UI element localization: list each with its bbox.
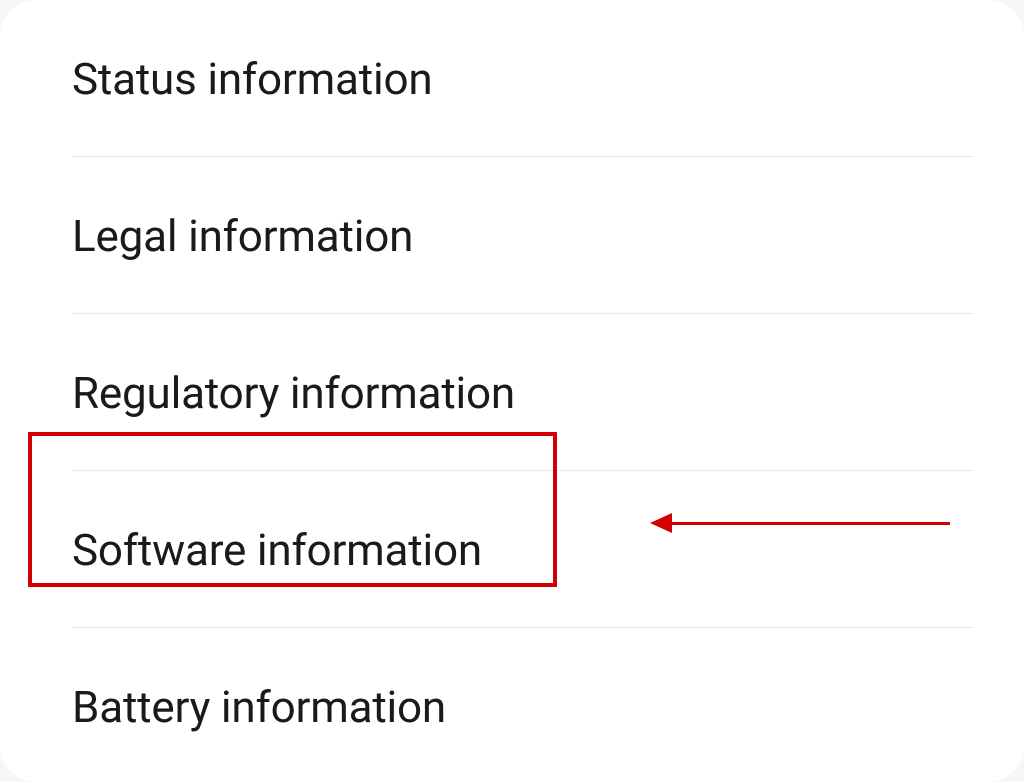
list-item-legal-information[interactable]: Legal information <box>0 157 1024 314</box>
list-item-label: Software information <box>72 524 482 576</box>
list-item-status-information[interactable]: Status information <box>0 0 1024 157</box>
list-item-software-information[interactable]: Software information <box>0 471 1024 628</box>
list-item-regulatory-information[interactable]: Regulatory information <box>0 314 1024 471</box>
settings-list: Status information Legal information Reg… <box>0 0 1024 782</box>
list-item-label: Status information <box>72 53 432 105</box>
list-item-label: Legal information <box>72 210 413 262</box>
list-item-label: Battery information <box>72 681 446 733</box>
list-item-battery-information[interactable]: Battery information <box>0 628 1024 782</box>
list-item-label: Regulatory information <box>72 367 515 419</box>
settings-card: Status information Legal information Reg… <box>0 0 1024 782</box>
